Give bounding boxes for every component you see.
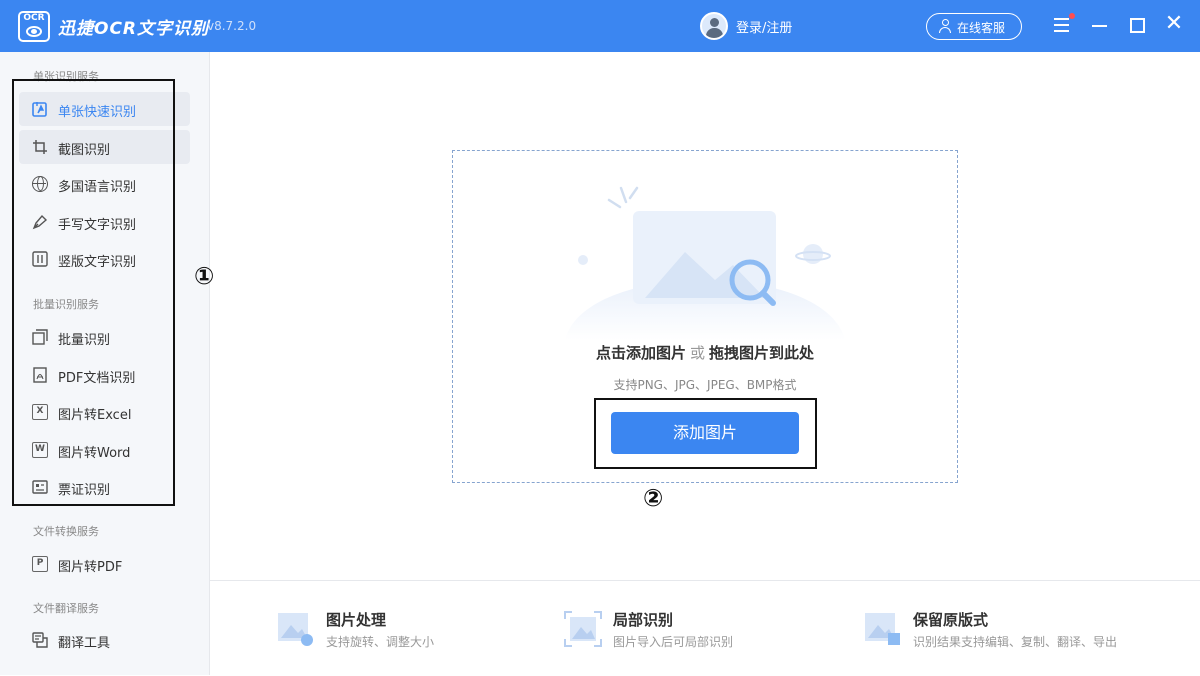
sidebar-item-translate[interactable]: 翻译工具 [19,623,190,657]
feature-desc: 识别结果支持编辑、复制、翻译、导出 [913,635,1118,649]
login-register-link[interactable]: 登录/注册 [736,17,792,36]
online-service-label: 在线客服 [957,21,1006,35]
supported-formats: 支持PNG、JPG、JPEG、BMP格式 [613,378,797,392]
app-title: 迅捷OCR文字识别 [58,19,210,39]
customer-service-icon [939,19,951,34]
sidebar-item-label: 翻译工具 [58,636,111,651]
section-title-convert: 文件转换服务 [33,525,99,538]
user-avatar-icon[interactable] [700,12,728,40]
title-bar: OCR 迅捷OCR文字识别 v8.7.2.0 登录/注册 在线客服 ✕ [0,0,1200,52]
annotation-box-sidebar [12,79,175,506]
hint-primary: 点击添加图片 [595,344,686,362]
logo-text: OCR [23,13,45,23]
online-service-button[interactable]: 在线客服 [926,13,1022,40]
partial-recognize-icon [564,611,602,647]
annotation-marker-1: ① [194,262,215,290]
menu-icon[interactable] [1052,13,1075,36]
feature-image-processing: 图片处理 支持旋转、调整大小 [277,581,497,676]
feature-title: 局部识别 [613,611,674,629]
image-processing-icon [278,613,313,646]
sidebar-item-image-to-pdf[interactable]: P 图片转PDF [19,547,190,581]
close-icon[interactable]: ✕ [1163,13,1185,36]
annotation-marker-2: ② [643,484,664,512]
translate-icon [32,632,48,648]
notification-dot-icon [1069,13,1075,19]
keep-layout-icon [865,613,900,645]
hint-or: 或 [689,344,705,362]
annotation-box-button [594,398,817,469]
maximize-icon[interactable] [1126,14,1148,36]
drop-hint: 点击添加图片或拖拽图片到此处 [452,342,958,363]
ocr-logo-icon: OCR [18,11,50,42]
app-version: v8.7.2.0 [207,19,257,33]
hint-secondary: 拖拽图片到此处 [709,344,815,362]
feature-partial-recognize: 局部识别 图片导入后可局部识别 [564,581,804,676]
feature-title: 保留原版式 [913,611,989,629]
image-to-pdf-icon: P [32,556,48,572]
minimize-icon[interactable] [1089,14,1111,36]
section-title-translate: 文件翻译服务 [33,602,99,615]
sidebar-item-label: 图片转PDF [58,560,123,575]
feature-desc: 支持旋转、调整大小 [326,635,435,649]
feature-keep-layout: 保留原版式 识别结果支持编辑、复制、翻译、导出 [864,581,1184,676]
upload-illustration-icon [565,186,845,340]
feature-desc: 图片导入后可局部识别 [613,635,734,649]
feature-bar: 图片处理 支持旋转、调整大小 局部识别 图片导入后可局部识别 保留原版式 识别结… [210,580,1200,675]
feature-title: 图片处理 [326,611,387,629]
